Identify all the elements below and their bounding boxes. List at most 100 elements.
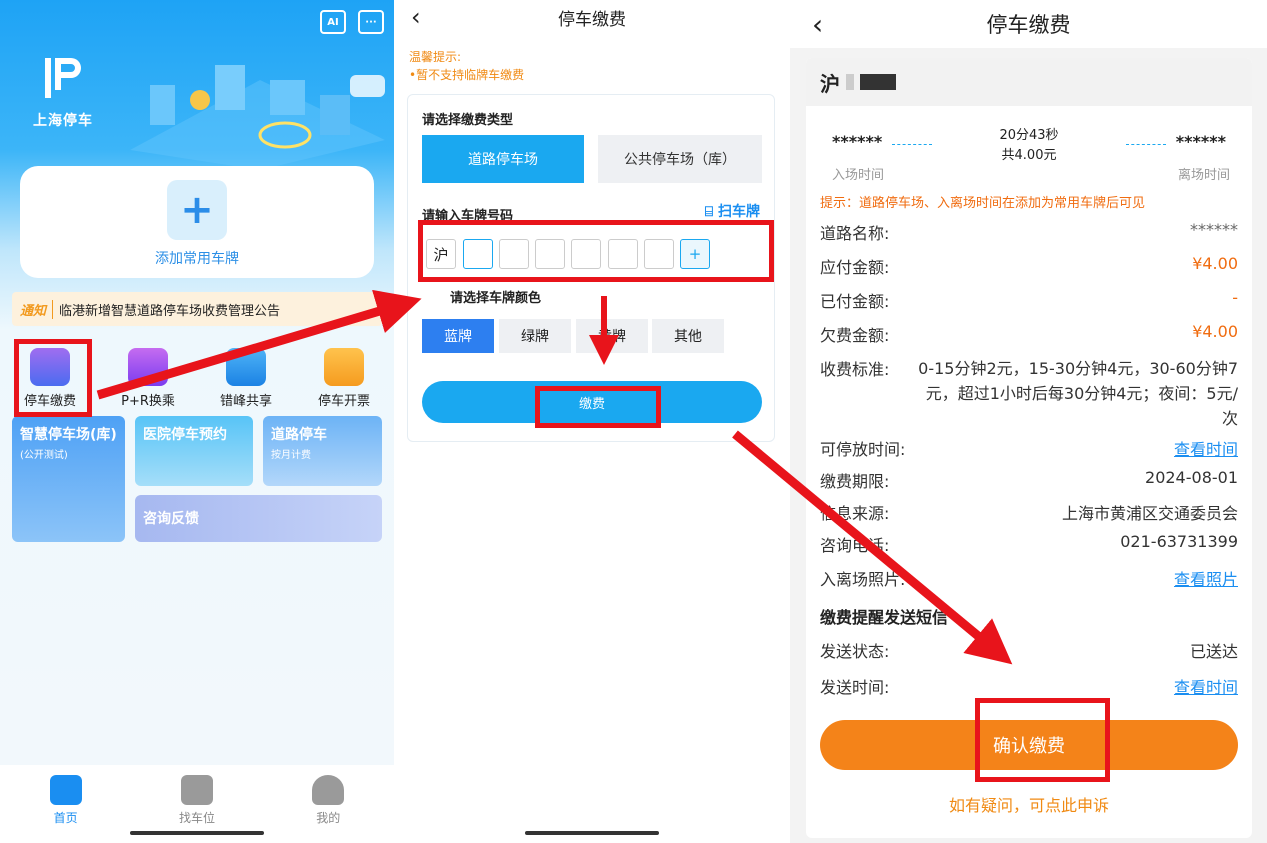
row-value: - <box>1232 288 1238 307</box>
quick-label: P+R换乘 <box>121 394 175 409</box>
chat-icon[interactable]: ··· <box>358 10 384 34</box>
plate-char-input[interactable] <box>571 239 601 269</box>
exit-label: 离场时间 <box>1177 168 1230 183</box>
confirm-payment-button[interactable]: 确认缴费 <box>820 720 1238 770</box>
pay-button[interactable]: 缴费 <box>422 381 762 423</box>
page-title: 停车缴费 <box>986 13 1071 37</box>
row-value: ¥4.00 <box>1192 254 1238 273</box>
row-label: 可停放时间: <box>820 440 906 459</box>
add-plate-label: 添加常用车牌 <box>155 251 239 267</box>
time-summary: ****** 20分43秒 共4.00元 ****** 入场时间 离场时间 <box>806 106 1252 186</box>
type-label: 请选择缴费类型 <box>422 113 514 128</box>
payment-detail-screen: ‹ 停车缴费 沪 ****** 20分43秒 共4.00元 ****** 入场时… <box>790 0 1267 843</box>
plate-char-input[interactable] <box>499 239 529 269</box>
car-icon <box>180 775 213 805</box>
view-photo-link[interactable]: 查看照片 <box>1174 566 1238 590</box>
scan-label: 扫车牌 <box>718 204 760 220</box>
row-label: 咨询电话: <box>820 536 890 555</box>
payment-form-screen: ‹ 停车缴费 温馨提示: •暂不支持临牌车缴费 请选择缴费类型 道路停车场 公共… <box>397 0 787 843</box>
type-road-lot[interactable]: 道路停车场 <box>422 135 584 183</box>
info-row: 欠费金额: ¥4.00 <box>820 322 1238 346</box>
nav-label: 我的 <box>316 811 341 825</box>
scan-plate-button[interactable]: ⌸ 扫车牌 <box>705 201 760 221</box>
appeal-link[interactable]: 如有疑问，可点此申诉 <box>806 792 1252 816</box>
color-label: 请选择车牌颜色 <box>450 291 542 306</box>
tip: 温馨提示: •暂不支持临牌车缴费 <box>397 34 787 84</box>
add-plate-icon[interactable]: + <box>167 180 227 240</box>
info-row: 信息来源: 上海市黄浦区交通委员会 <box>820 500 1238 524</box>
quick-offpeak-share[interactable]: 错峰共享 <box>206 348 286 409</box>
divider <box>1126 144 1166 145</box>
parking-logo-icon <box>45 58 81 98</box>
header: ‹ 停车缴费 <box>790 0 1267 48</box>
page-title: 停车缴费 <box>558 9 626 30</box>
view-time-link[interactable]: 查看时间 <box>1174 436 1238 460</box>
quick-parking-payment[interactable]: 停车缴费 <box>10 348 90 409</box>
app-name: 上海停车 <box>33 113 93 129</box>
row-value: 021-63731399 <box>1120 532 1238 551</box>
tile-sub: (公开测试) <box>20 450 68 461</box>
plate-add-char-button[interactable]: + <box>680 239 710 269</box>
redacted-block <box>846 74 854 90</box>
sms-title: 缴费提醒发送短信 <box>820 608 949 627</box>
color-yellow[interactable]: 黄牌 <box>576 319 648 353</box>
row-label: 发送状态: <box>820 642 890 661</box>
color-blue[interactable]: 蓝牌 <box>422 319 494 353</box>
detail-card: 沪 ****** 20分43秒 共4.00元 ****** 入场时间 离场时间 … <box>806 58 1252 838</box>
info-row: 发送状态: 已送达 <box>820 638 1238 662</box>
tile-title: 咨询反馈 <box>143 511 199 527</box>
payment-form: 请选择缴费类型 道路停车场 公共停车场（库） 请输入车牌号码 ⌸ 扫车牌 沪 +… <box>407 94 775 442</box>
quick-label: 停车开票 <box>317 394 370 409</box>
color-green[interactable]: 绿牌 <box>499 319 571 353</box>
home-screen: AI ··· 上海停车 + 添加常用车牌 通知 临港新增智慧道路停车场收费管理公… <box>0 0 394 843</box>
view-time-link[interactable]: 查看时间 <box>1174 674 1238 698</box>
home-indicator <box>130 831 264 835</box>
tile-title: 道路停车 <box>271 427 327 443</box>
add-plate-card[interactable]: + 添加常用车牌 <box>20 166 374 278</box>
plate-number: 沪 <box>806 58 1252 106</box>
nav-profile[interactable]: 我的 <box>288 775 368 843</box>
row-value: 已送达 <box>1189 642 1238 661</box>
row-label: 发送时间: <box>820 678 890 697</box>
home-icon <box>49 775 82 805</box>
back-icon[interactable]: ‹ <box>812 8 823 41</box>
nav-home[interactable]: 首页 <box>26 775 106 843</box>
plate-label: 请输入车牌号码 <box>422 209 514 224</box>
hint-text: 提示：道路停车场、入离场时间在添加为常用车牌后可见 <box>820 196 1146 211</box>
scan-icon: ⌸ <box>704 204 718 220</box>
tile-title: 智慧停车场(库) <box>20 427 117 443</box>
ai-scan-icon[interactable]: AI <box>320 10 346 34</box>
color-other[interactable]: 其他 <box>652 319 724 353</box>
entry-label: 入场时间 <box>832 168 885 183</box>
share-icon <box>226 348 266 386</box>
tile-hospital[interactable]: 医院停车预约 <box>135 416 253 486</box>
plate-char-input[interactable] <box>463 239 493 269</box>
city-illustration <box>130 65 385 170</box>
info-row: 入离场照片: 查看照片 <box>820 566 1238 590</box>
plate-char-input[interactable] <box>535 239 565 269</box>
tile-road[interactable]: 道路停车 按月计费 <box>263 416 382 486</box>
notice-tag: 通知 <box>20 299 54 319</box>
top-actions: AI ··· <box>320 10 384 34</box>
notice-bar[interactable]: 通知 临港新增智慧道路停车场收费管理公告 <box>12 292 382 326</box>
plate-prefix[interactable]: 沪 <box>426 239 456 269</box>
nav-label: 找车位 <box>178 811 215 825</box>
header: ‹ 停车缴费 <box>397 0 787 34</box>
plate-char-input[interactable] <box>644 239 674 269</box>
info-row: 道路名称: ****** <box>820 220 1238 244</box>
plate-char-input[interactable] <box>608 239 638 269</box>
info-row: 发送时间: 查看时间 <box>820 674 1238 698</box>
plate-prefix: 沪 <box>820 71 840 96</box>
tile-sub: 按月计费 <box>271 450 311 461</box>
info-row: 缴费期限: 2024-08-01 <box>820 468 1238 492</box>
row-label: 信息来源: <box>820 504 890 523</box>
quick-invoice[interactable]: 停车开票 <box>304 348 384 409</box>
type-public-lot[interactable]: 公共停车场（库） <box>598 135 762 183</box>
back-icon[interactable]: ‹ <box>411 3 421 31</box>
info-row: 咨询电话: 021-63731399 <box>820 532 1238 556</box>
tile-smart-lot[interactable]: 智慧停车场(库) (公开测试) <box>12 416 125 542</box>
quick-pr-transfer[interactable]: P+R换乘 <box>108 348 188 409</box>
row-value: ¥4.00 <box>1192 322 1238 341</box>
tile-feedback[interactable]: 咨询反馈 <box>135 495 382 542</box>
tip-text: •暂不支持临牌车缴费 <box>409 68 525 82</box>
